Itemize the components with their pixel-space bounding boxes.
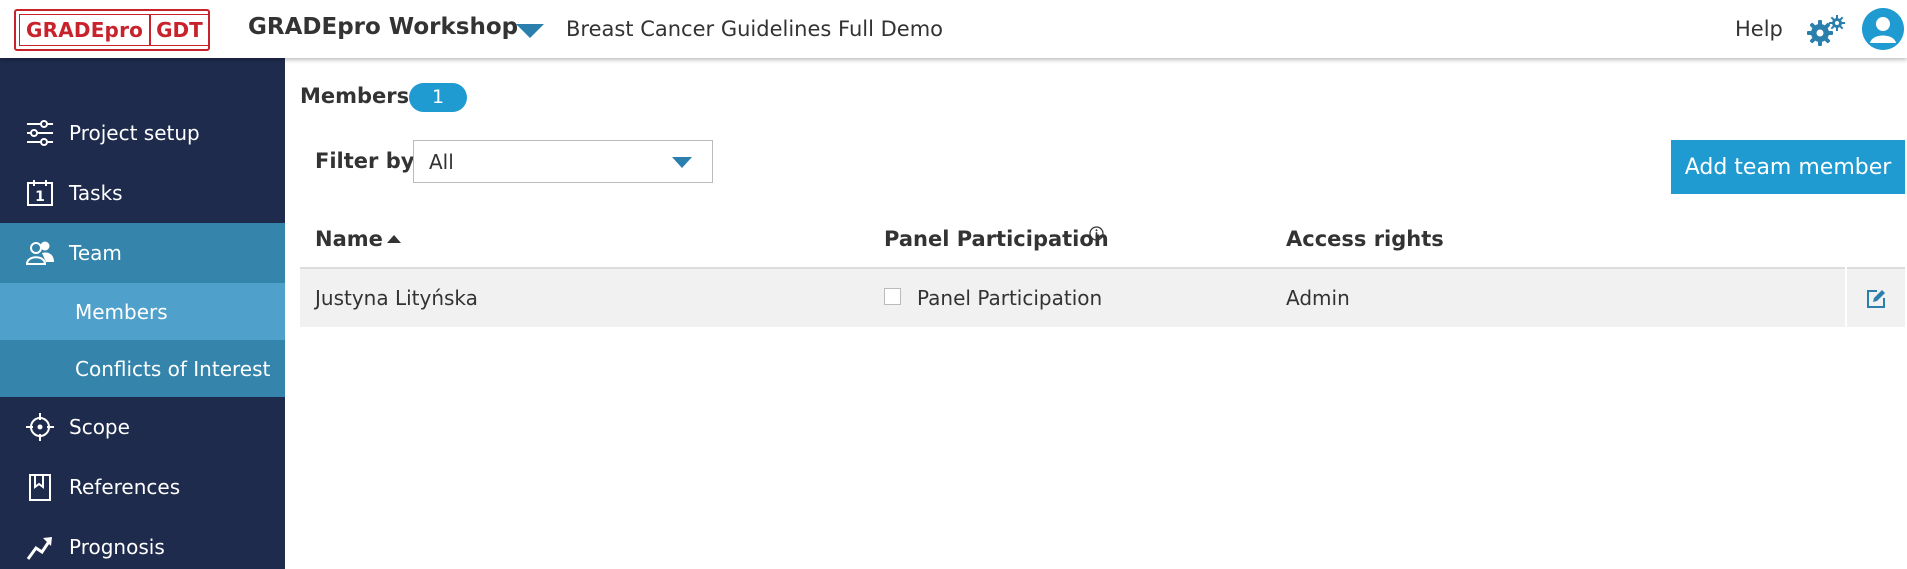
filter-selected-value: All bbox=[429, 150, 454, 174]
panel-participation-checkbox[interactable] bbox=[884, 288, 901, 305]
filter-select[interactable]: All bbox=[413, 140, 713, 183]
crosshair-icon bbox=[26, 413, 54, 441]
panel-participation-label: Panel Participation bbox=[917, 286, 1103, 310]
user-avatar-icon[interactable] bbox=[1862, 8, 1904, 50]
column-header-name[interactable]: Name bbox=[315, 227, 401, 251]
info-icon[interactable] bbox=[1089, 226, 1104, 241]
project-name[interactable]: Breast Cancer Guidelines Full Demo bbox=[566, 17, 943, 41]
sort-ascending-icon bbox=[386, 235, 401, 243]
gradepro-logo[interactable]: GRADEpro GDT bbox=[14, 9, 210, 51]
chevron-down-icon bbox=[672, 157, 692, 168]
sidebar-item-project-setup[interactable]: Project setup bbox=[0, 103, 285, 163]
sidebar-subitem-conflicts-of-interest[interactable]: Conflicts of Interest bbox=[0, 340, 285, 397]
settings-gears-icon[interactable] bbox=[1806, 14, 1848, 48]
sidebar-item-team[interactable]: Team bbox=[0, 223, 285, 283]
sidebar-subitem-members[interactable]: Members bbox=[0, 283, 285, 340]
bookmark-icon bbox=[29, 474, 51, 501]
trend-up-icon bbox=[26, 537, 52, 560]
sidebar-item-prognosis[interactable]: Prognosis bbox=[0, 517, 285, 569]
workspace-dropdown-icon[interactable] bbox=[516, 24, 544, 38]
edit-icon[interactable] bbox=[1865, 288, 1887, 310]
column-header-access-rights: Access rights bbox=[1286, 227, 1444, 251]
sidebar-item-scope[interactable]: Scope bbox=[0, 397, 285, 457]
table-row[interactable]: Justyna Lityńska Panel Participation Adm… bbox=[300, 269, 1845, 327]
sidebar-item-references[interactable]: References bbox=[0, 457, 285, 517]
calendar-icon: 1 bbox=[27, 180, 53, 206]
row-actions-cell bbox=[1847, 269, 1905, 327]
svg-text:1: 1 bbox=[35, 189, 45, 205]
filter-label: Filter by: bbox=[315, 149, 423, 173]
page-title: Members bbox=[300, 84, 410, 108]
members-count-badge: 1 bbox=[409, 83, 467, 112]
column-header-panel-participation: Panel Participation bbox=[884, 227, 1109, 251]
add-team-member-button[interactable]: Add team member bbox=[1671, 140, 1905, 194]
help-link[interactable]: Help bbox=[1735, 17, 1783, 41]
member-name: Justyna Lityńska bbox=[315, 286, 478, 310]
access-rights-value: Admin bbox=[1286, 286, 1350, 310]
users-icon bbox=[25, 241, 54, 265]
sidebar-item-tasks[interactable]: 1 Tasks bbox=[0, 163, 285, 223]
sliders-icon bbox=[27, 120, 53, 146]
top-header: GRADEpro GDT GRADEpro Workshop Breast Ca… bbox=[0, 0, 1907, 58]
sidebar: Project setup 1 Tasks Team Members Confl… bbox=[0, 58, 285, 569]
workspace-name[interactable]: GRADEpro Workshop bbox=[248, 14, 518, 40]
